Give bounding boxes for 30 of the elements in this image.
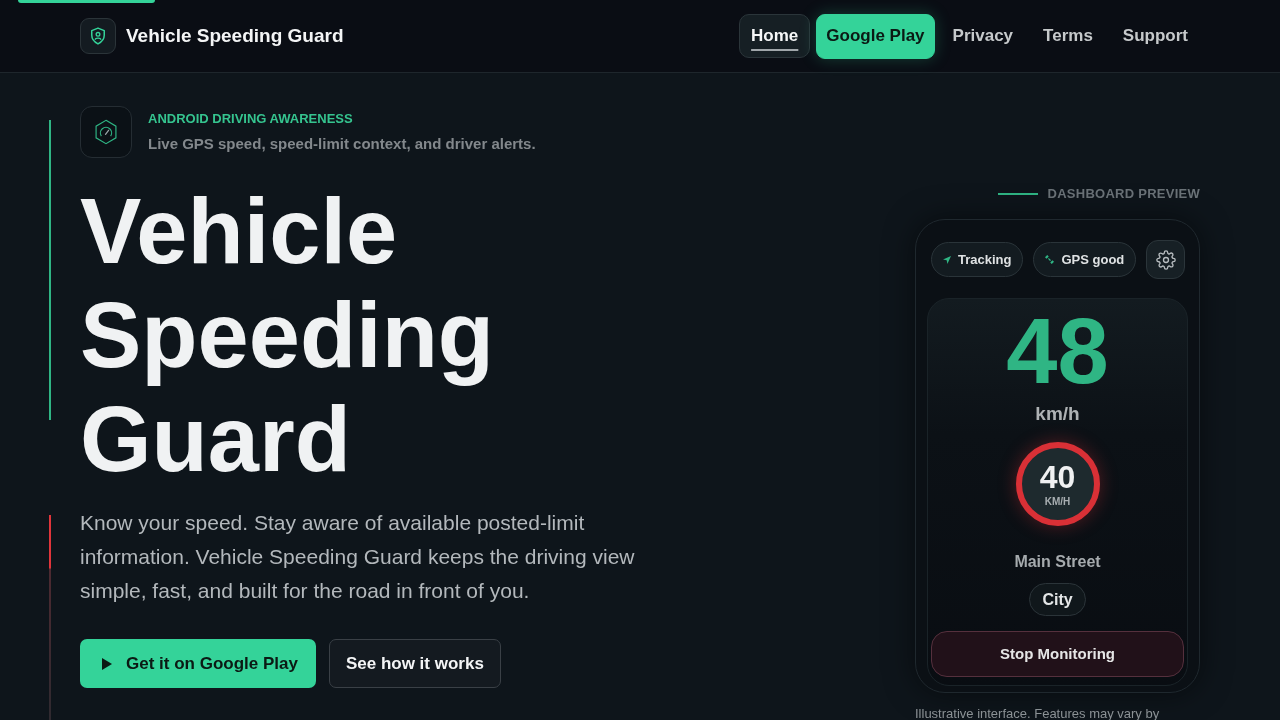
how-it-works-button[interactable]: See how it works	[328, 639, 501, 688]
google-play-button[interactable]: Get it on Google Play	[80, 639, 316, 688]
store-link-button[interactable]: Google Play	[816, 13, 935, 59]
area-tag: City	[1029, 583, 1086, 616]
shield-icon	[80, 18, 116, 54]
section-label: DASHBOARD PREVIEW	[1047, 186, 1200, 202]
nav-link[interactable]: Support	[1110, 14, 1200, 58]
chip-label: Tracking	[958, 250, 1012, 269]
street-name: Main Street	[1014, 552, 1101, 572]
nav-link[interactable]: Terms	[1031, 14, 1105, 58]
nav-link[interactable]: Privacy	[940, 14, 1026, 58]
eyebrow-label: ANDROID DRIVING AWARENESS	[148, 110, 354, 128]
satellite-icon	[1045, 255, 1055, 264]
brand-name: Vehicle Speeding Guard	[126, 23, 344, 48]
play-icon	[102, 657, 112, 670]
speed-unit: km/h	[1035, 402, 1080, 426]
chip-label: GPS good	[1061, 250, 1125, 269]
speed-readout: 48	[1006, 305, 1109, 397]
stop-monitoring-button[interactable]: Stop Monitoring	[931, 631, 1184, 677]
speed-limit-unit: KM/H	[1044, 496, 1071, 507]
speed-limit-value: 40	[1039, 461, 1076, 493]
nav-link[interactable]: Home	[739, 14, 811, 58]
tagline: Live GPS speed, speed-limit context, and driver alerts.	[148, 134, 536, 154]
navigation-arrow-icon	[943, 255, 951, 264]
hero-title: Vehicle Speeding Guard	[80, 179, 496, 491]
disclaimer-note: Illustrative interface. Features may vary by	[915, 706, 1161, 720]
settings-button[interactable]	[1146, 240, 1186, 279]
shield-gauge-icon	[80, 106, 132, 158]
hero-description: Know your speed. Stay aware of available posted-limit information. Vehicle Speeding Guard keeps the driving view simple, fast, and built for the road in front of you.	[80, 510, 636, 604]
settings-icon	[1155, 249, 1176, 270]
